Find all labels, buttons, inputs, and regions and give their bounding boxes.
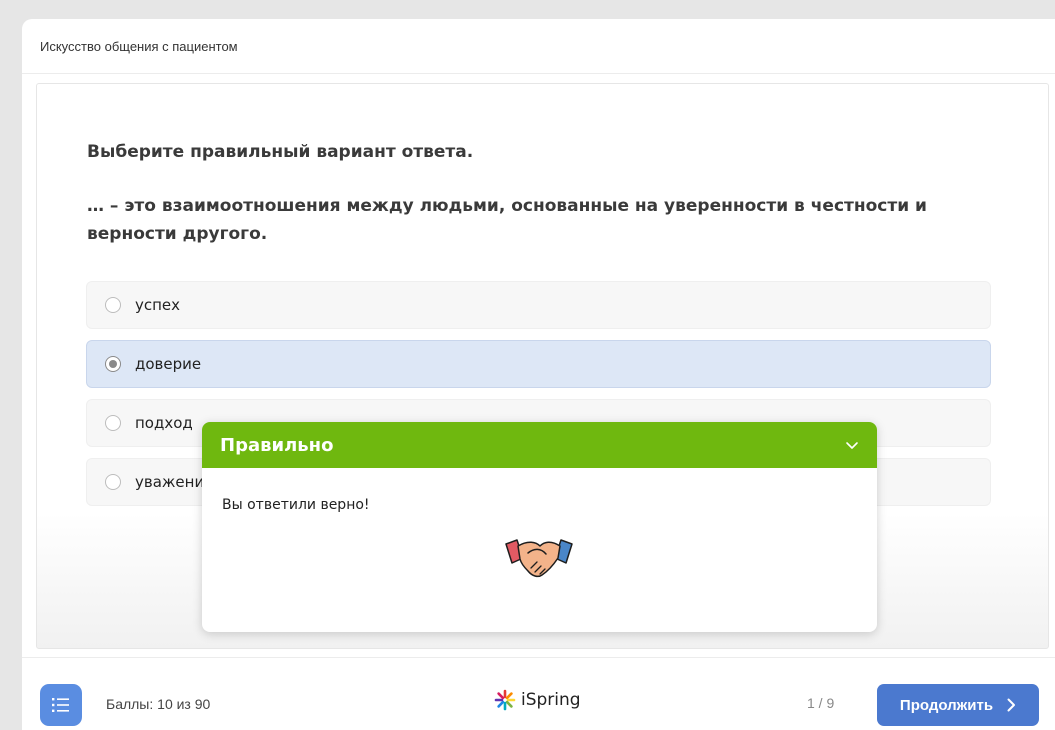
feedback-header[interactable]: Правильно (202, 422, 877, 468)
answer-label: подход (135, 414, 193, 432)
chevron-right-icon (1007, 698, 1016, 712)
ispring-logo-icon (494, 689, 516, 711)
feedback-popup: Правильно Вы ответили верно! (202, 422, 877, 632)
continue-button[interactable]: Продолжить (877, 684, 1039, 726)
feedback-title: Правильно (220, 434, 334, 456)
brand-name: iSpring (521, 690, 581, 710)
course-title: Искусство общения с пациентом (40, 38, 238, 54)
handshake-icon (505, 539, 573, 578)
player-footer: Баллы: 10 из 90 iSpring 1 / 9 Продолжить (22, 657, 1055, 730)
course-header: Искусство общения с пациентом (22, 19, 1055, 74)
question-instruction: Выберите правильный вариант ответа. (87, 142, 474, 162)
answer-option-2[interactable]: доверие (86, 340, 991, 388)
answer-label: доверие (135, 355, 202, 373)
score-label: Баллы: 10 из 90 (106, 696, 211, 712)
menu-button[interactable] (40, 684, 82, 726)
question-text: … – это взаимоотношения между людьми, ос… (87, 196, 927, 244)
radio-button-checked[interactable] (105, 356, 121, 372)
radio-button[interactable] (105, 297, 121, 313)
continue-label: Продолжить (899, 696, 994, 714)
answer-option-1[interactable]: успех (86, 281, 991, 329)
feedback-message: Вы ответили верно! (222, 497, 370, 513)
brand-logo: iSpring (494, 689, 581, 711)
page-counter: 1 / 9 (807, 695, 835, 711)
answer-label: успех (135, 296, 181, 314)
list-icon (52, 698, 69, 712)
radio-button[interactable] (105, 474, 121, 490)
chevron-down-icon[interactable] (845, 438, 859, 452)
radio-button[interactable] (105, 415, 121, 431)
